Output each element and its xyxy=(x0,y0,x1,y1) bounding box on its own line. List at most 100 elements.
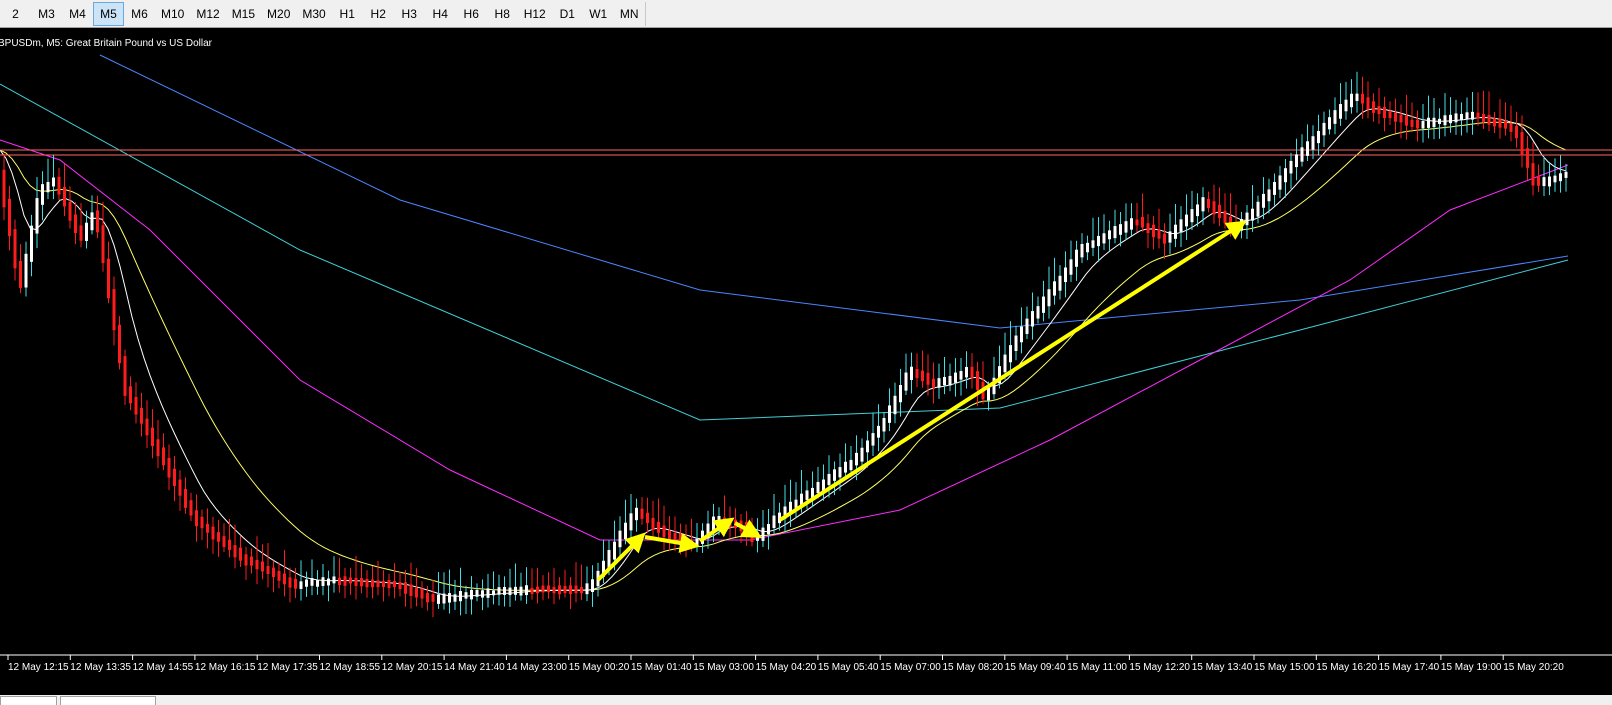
candle-body xyxy=(30,225,33,262)
candle-body xyxy=(1097,235,1100,247)
candle-body xyxy=(415,587,418,598)
candle-body xyxy=(46,182,50,193)
candle-body xyxy=(860,447,864,462)
candle-body xyxy=(360,578,363,587)
timeframe-m5[interactable]: M5 xyxy=(93,2,124,26)
price-chart[interactable]: 12 May 12:15 12 May 13:35 12 May 14:55 12 M… xyxy=(0,31,1612,705)
candle-body xyxy=(1108,230,1111,240)
candle-body xyxy=(1355,93,1359,101)
candle-body xyxy=(1344,99,1348,112)
candle-body xyxy=(585,583,589,595)
timeframe-h4[interactable]: H4 xyxy=(425,2,456,26)
candle-body xyxy=(332,576,336,584)
timeframe-m12[interactable]: M12 xyxy=(190,2,225,26)
candle-body xyxy=(624,522,627,540)
candle-body xyxy=(1190,209,1194,223)
candle-body xyxy=(541,585,545,593)
candle-body xyxy=(965,366,968,378)
candle-body xyxy=(217,532,220,542)
candle-body xyxy=(1548,176,1551,187)
candle-body xyxy=(1273,181,1276,195)
timeframe-h12[interactable]: H12 xyxy=(518,2,552,26)
candle-body xyxy=(767,523,770,535)
candle-body xyxy=(343,576,347,586)
candle-body xyxy=(470,589,473,600)
timeframe-m4[interactable]: M4 xyxy=(62,2,93,26)
timeframe-m6[interactable]: M6 xyxy=(124,2,155,26)
timeframe-w1[interactable]: W1 xyxy=(583,2,614,26)
candle-body xyxy=(822,479,825,491)
candle-body xyxy=(112,289,116,331)
candle-body xyxy=(1449,114,1452,124)
candle-body xyxy=(497,587,501,595)
candle-body xyxy=(871,433,875,446)
candle-body xyxy=(1520,132,1524,156)
candle-body xyxy=(134,396,138,415)
candle-body xyxy=(85,222,88,241)
candle-body xyxy=(1141,216,1144,228)
candle-body xyxy=(976,371,979,390)
candle-body xyxy=(68,201,72,221)
candle-body xyxy=(145,418,149,436)
candle-body xyxy=(1295,154,1298,168)
candle-body xyxy=(948,375,952,386)
candle-body xyxy=(195,510,198,527)
candle-body xyxy=(1014,335,1018,351)
timeframe-h3[interactable]: H3 xyxy=(394,2,425,26)
candle-body xyxy=(1036,306,1040,319)
candle-body xyxy=(376,580,380,588)
candle-body xyxy=(943,376,946,386)
time-label: 15 May 15:00 xyxy=(1254,662,1315,673)
timeframe-h1[interactable]: H1 xyxy=(332,2,363,26)
candle-body xyxy=(1482,114,1485,122)
timeframe-h8[interactable]: H8 xyxy=(487,2,518,26)
timeframe-h2[interactable]: H2 xyxy=(363,2,394,26)
candle-body xyxy=(910,366,913,380)
candle-body xyxy=(1289,160,1293,174)
candle-body xyxy=(1405,115,1408,126)
timeframe-mn[interactable]: MN xyxy=(614,2,645,26)
timeframe-m30[interactable]: M30 xyxy=(296,2,331,26)
candle-body xyxy=(525,585,528,596)
candle-body xyxy=(855,452,858,466)
candle-body xyxy=(882,418,886,432)
candle-body xyxy=(277,570,281,581)
candle-body xyxy=(1537,176,1540,186)
candle-body xyxy=(35,198,39,234)
candle-body xyxy=(657,521,660,533)
candle-body xyxy=(514,586,517,595)
candle-body xyxy=(651,517,655,530)
candle-body xyxy=(552,586,556,594)
candle-body xyxy=(926,372,930,385)
timeframe-m10[interactable]: M10 xyxy=(155,2,190,26)
candle-body xyxy=(662,525,666,538)
candle-body xyxy=(2,169,6,208)
candle-body xyxy=(580,587,583,594)
timeframe-m20[interactable]: M20 xyxy=(261,2,296,26)
timeframe-m3[interactable]: M3 xyxy=(31,2,62,26)
candle-body xyxy=(1284,168,1287,183)
trend-arrow xyxy=(778,220,1247,522)
candle-body xyxy=(569,585,572,594)
time-label: 15 May 05:40 xyxy=(818,662,879,673)
candle-body xyxy=(244,554,248,566)
chart-tab[interactable] xyxy=(0,696,57,705)
timeframe-h6[interactable]: H6 xyxy=(456,2,487,26)
candle-body xyxy=(888,405,891,423)
candle-body xyxy=(24,253,28,288)
candle-body xyxy=(261,561,264,572)
candle-body xyxy=(877,425,880,438)
timeframe-m15[interactable]: M15 xyxy=(226,2,261,26)
chart-tab[interactable] xyxy=(60,696,156,705)
candle-body xyxy=(1383,107,1386,119)
candle-body xyxy=(74,214,77,234)
candle-body xyxy=(1251,208,1254,221)
candle-body xyxy=(558,585,561,595)
candle-body xyxy=(717,515,721,526)
candle-body xyxy=(893,395,897,415)
timeframe-d1[interactable]: D1 xyxy=(552,2,583,26)
candle-body xyxy=(1207,198,1210,208)
candle-body xyxy=(959,370,963,380)
ma-cyan-line xyxy=(0,83,1569,421)
timeframe-2[interactable]: 2 xyxy=(0,2,31,26)
